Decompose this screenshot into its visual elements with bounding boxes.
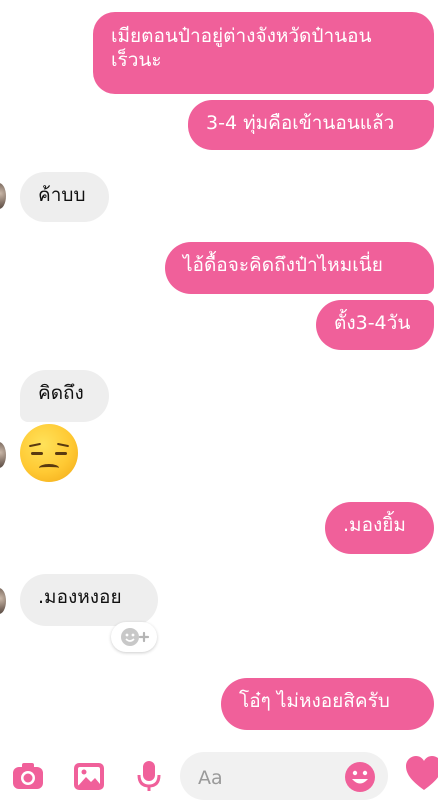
camera-icon — [13, 763, 43, 789]
add-reaction-button[interactable] — [111, 622, 157, 652]
add-reaction-icon — [121, 628, 150, 646]
gallery-button[interactable] — [71, 758, 107, 794]
message-bubble-outgoing[interactable]: 3-4 ทุ่มคือเข้านอนแล้ว — [188, 100, 434, 150]
voice-message-button[interactable] — [131, 758, 167, 794]
message-bubble-outgoing[interactable]: โอ๋ๆ ไม่หงอยสิครับ — [221, 678, 434, 730]
contact-avatar[interactable] — [0, 442, 6, 468]
microphone-icon — [137, 761, 161, 791]
gallery-icon — [74, 763, 104, 790]
message-bubble-outgoing[interactable]: .มองยิ้ม — [325, 502, 434, 554]
like-button[interactable] — [404, 754, 438, 794]
message-bubble-outgoing[interactable]: เมียตอนป๋าอยู่ต่างจังหวัดป๋านอน เร็วนะ — [93, 12, 434, 94]
message-input[interactable] — [196, 764, 340, 792]
emoji-button[interactable] — [343, 760, 377, 794]
message-bubble-outgoing[interactable]: ตั้ง3-4วัน — [316, 300, 434, 350]
disappointed-face-emoji[interactable] — [20, 424, 78, 482]
message-bubble-incoming[interactable]: ค้าบบ — [20, 172, 109, 222]
message-bubble-outgoing[interactable]: ไอ้ดื้อจะคิดถึงป๋าไหมเนี่ย — [165, 242, 434, 294]
emoji-icon — [345, 762, 375, 792]
camera-button[interactable] — [10, 758, 46, 794]
heart-icon — [406, 756, 438, 790]
message-bubble-incoming[interactable]: .มองหงอย — [20, 574, 158, 626]
message-bubble-incoming[interactable]: คิดถึง — [20, 370, 109, 422]
contact-avatar[interactable] — [0, 588, 6, 614]
contact-avatar[interactable] — [0, 183, 6, 209]
